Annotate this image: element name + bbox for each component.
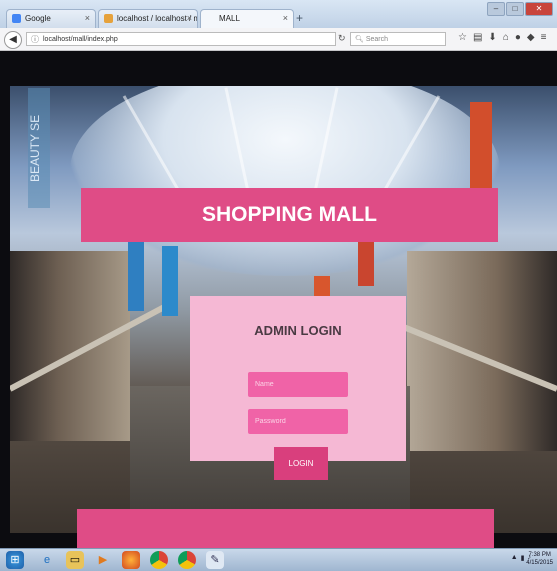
search-icon: 🔍︎ — [355, 36, 364, 43]
browser-tab-bar: Google × localhost / localhost / mall...… — [0, 0, 557, 28]
bookmark-star-icon[interactable]: ☆ — [458, 32, 467, 43]
beauty-sign: BEAUTY SE — [28, 88, 50, 208]
reading-list-icon[interactable]: ▤ — [473, 32, 482, 43]
search-box[interactable]: 🔍︎ Search — [350, 32, 446, 46]
text-editor-icon[interactable]: ✎ — [206, 551, 224, 569]
media-player-icon[interactable]: ▶ — [94, 551, 112, 569]
tab-google[interactable]: Google × — [6, 9, 96, 28]
file-explorer-icon[interactable]: ▭ — [66, 551, 84, 569]
close-icon[interactable]: × — [283, 13, 288, 23]
system-clock[interactable]: 7:38 PM 4/15/2015 — [526, 551, 553, 567]
tab-phpmyadmin[interactable]: localhost / localhost / mall... × — [98, 9, 198, 28]
maximize-button[interactable]: □ — [506, 2, 524, 16]
toolbar-icons: ☆ ▤ ⬇ ⌂ ● ◆ ≡ — [458, 32, 546, 43]
phpmyadmin-icon — [104, 14, 113, 23]
close-icon[interactable]: × — [187, 13, 192, 23]
download-icon[interactable]: ⬇ — [488, 32, 496, 43]
clock-time: 7:38 PM — [528, 552, 551, 558]
login-heading: ADMIN LOGIN — [254, 323, 342, 338]
login-button[interactable]: LOGIN — [274, 447, 328, 480]
right-shopfront — [407, 251, 557, 451]
minimize-button[interactable]: – — [487, 2, 505, 16]
shield-icon[interactable]: ◆ — [527, 32, 535, 43]
name-input[interactable] — [248, 372, 348, 397]
url-text: localhost/mall/index.php — [43, 36, 118, 43]
password-input[interactable] — [248, 409, 348, 434]
info-icon[interactable]: ⓘ — [31, 33, 39, 47]
start-button[interactable]: ⊞ — [6, 551, 24, 569]
back-button[interactable]: ◀ — [4, 31, 22, 49]
pocket-icon[interactable]: ● — [515, 32, 521, 43]
hanging-banner — [162, 246, 178, 316]
menu-icon[interactable]: ≡ — [541, 32, 547, 43]
close-window-button[interactable]: ✕ — [525, 2, 553, 16]
admin-login-panel: ADMIN LOGIN — [190, 296, 406, 461]
internet-explorer-icon[interactable]: e — [38, 551, 56, 569]
window-controls: – □ ✕ — [487, 2, 553, 16]
home-icon[interactable]: ⌂ — [503, 32, 509, 43]
tab-label: MALL — [219, 14, 240, 23]
new-tab-button[interactable]: + — [296, 11, 303, 25]
url-bar[interactable]: ⓘ localhost/mall/index.php — [26, 32, 336, 46]
site-title: SHOPPING MALL — [201, 203, 377, 226]
chrome-icon[interactable] — [178, 551, 196, 569]
network-icon[interactable]: ▮ — [521, 554, 525, 562]
footer-banner — [77, 509, 494, 548]
web-page: BEAUTY SE SHOPPING MALL ADMIN LOGIN LOGI… — [0, 51, 557, 548]
windows-taskbar: ⊞ e ▭ ▶ ✎ ▲ ▮ ♪ 7:38 PM 4/15/2015 — [0, 548, 557, 571]
clock-date: 4/15/2015 — [526, 560, 553, 566]
header-banner: SHOPPING MALL — [81, 188, 498, 242]
chrome-icon[interactable] — [150, 551, 168, 569]
browser-nav-bar: ◀ ⓘ localhost/mall/index.php ↻ 🔍︎ Search… — [0, 28, 557, 51]
left-shopfront — [10, 251, 130, 441]
google-icon — [12, 14, 21, 23]
tab-label: Google — [25, 14, 51, 23]
tab-mall[interactable]: MALL × — [200, 9, 294, 28]
close-icon[interactable]: × — [85, 13, 90, 23]
tray-arrow-icon[interactable]: ▲ — [511, 554, 518, 562]
reload-icon[interactable]: ↻ — [338, 33, 346, 44]
hanging-banner — [128, 231, 144, 311]
search-placeholder: Search — [365, 36, 389, 43]
firefox-icon[interactable] — [122, 551, 140, 569]
